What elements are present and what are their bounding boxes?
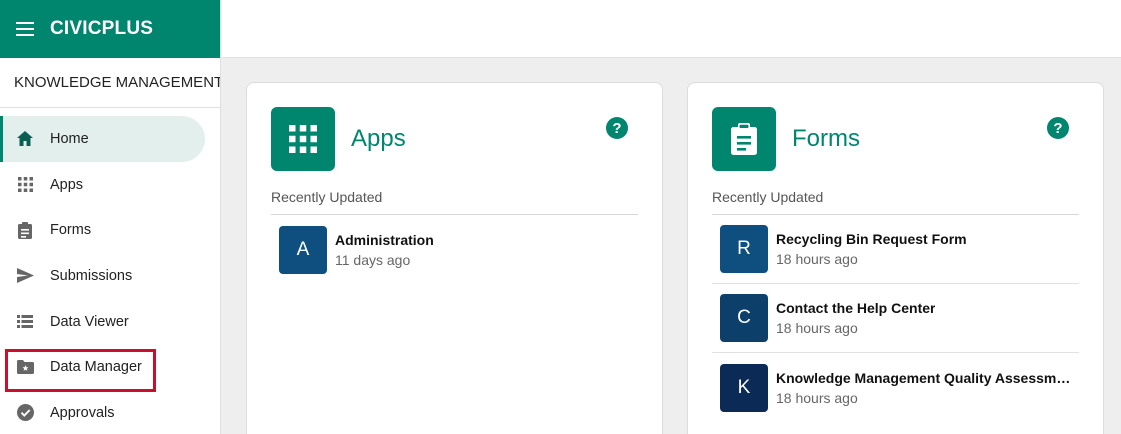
home-icon: [16, 130, 34, 148]
sidebar-item-data-manager[interactable]: Data Manager: [0, 344, 220, 390]
apps-recent-list: A Administration 11 days ago: [271, 215, 638, 284]
sidebar-item-label: Apps: [50, 176, 84, 193]
list-view-icon: [16, 313, 34, 331]
list-item[interactable]: K Knowledge Management Quality Assessmen…: [712, 353, 1079, 422]
item-updated-time: 11 days ago: [335, 251, 411, 268]
avatar: K: [720, 363, 768, 412]
sidebar-item-approvals[interactable]: Approvals: [0, 390, 220, 434]
item-updated-time: 18 hours ago: [776, 389, 858, 406]
brand-bar: CIVICPLUS: [0, 0, 220, 58]
sidebar-item-data-viewer[interactable]: Data Viewer: [0, 299, 220, 345]
clipboard-icon: [16, 221, 34, 239]
folder-star-icon: [16, 358, 34, 376]
recently-updated-label: Recently Updated: [271, 189, 383, 205]
sidebar-nav: Home Apps Forms Submissions Data Viewer …: [0, 108, 220, 434]
sidebar-item-label: Data Viewer: [50, 313, 129, 330]
sidebar-item-label: Home: [50, 130, 89, 147]
hamburger-menu-icon[interactable]: [15, 19, 35, 39]
forms-card-header: Forms: [712, 107, 860, 171]
workspace-label: KNOWLEDGE MANAGEMENT: [14, 74, 220, 91]
list-item[interactable]: A Administration 11 days ago: [271, 215, 638, 284]
send-icon: [16, 267, 34, 285]
clipboard-icon[interactable]: [712, 107, 776, 171]
help-icon[interactable]: ?: [606, 117, 628, 139]
item-title: Knowledge Management Quality Assessment…: [776, 369, 1076, 386]
apps-grid-icon[interactable]: [271, 107, 335, 171]
apps-card-header: Apps: [271, 107, 406, 171]
sidebar-item-label: Submissions: [50, 267, 133, 284]
forms-card-title[interactable]: Forms: [792, 125, 860, 153]
forms-recent-list: R Recycling Bin Request Form 18 hours ag…: [712, 215, 1079, 422]
sidebar-item-submissions[interactable]: Submissions: [0, 253, 220, 299]
item-updated-time: 18 hours ago: [776, 251, 858, 267]
sidebar-item-label: Data Manager: [50, 359, 142, 376]
avatar: C: [720, 294, 768, 342]
item-title: Contact the Help Center: [776, 300, 936, 316]
item-title: Administration: [335, 231, 434, 248]
help-icon[interactable]: ?: [1047, 117, 1069, 139]
brand-name: CIVICPLUS: [50, 18, 154, 39]
sidebar: CIVICPLUS KNOWLEDGE MANAGEMENT › Home Ap…: [0, 0, 221, 434]
apps-card: Apps ? Recently Updated A Administration…: [246, 82, 663, 434]
sidebar-item-apps[interactable]: Apps: [0, 162, 220, 208]
avatar: R: [720, 225, 768, 273]
recently-updated-label: Recently Updated: [712, 189, 824, 205]
workspace-selector[interactable]: KNOWLEDGE MANAGEMENT ›: [0, 58, 220, 108]
list-item[interactable]: R Recycling Bin Request Form 18 hours ag…: [712, 215, 1079, 284]
avatar: A: [279, 225, 327, 274]
sidebar-item-forms[interactable]: Forms: [0, 207, 220, 253]
apps-card-title[interactable]: Apps: [351, 125, 406, 153]
check-circle-icon: [16, 404, 34, 422]
top-bar: [222, 0, 1121, 58]
apps-grid-icon: [16, 176, 34, 194]
list-item[interactable]: C Contact the Help Center 18 hours ago: [712, 284, 1079, 353]
sidebar-item-label: Approvals: [50, 404, 115, 421]
item-title: Recycling Bin Request Form: [776, 231, 967, 247]
item-updated-time: 18 hours ago: [776, 320, 858, 336]
sidebar-item-home[interactable]: Home: [0, 116, 205, 162]
forms-card: Forms ? Recently Updated R Recycling Bin…: [687, 82, 1104, 434]
sidebar-item-label: Forms: [50, 222, 92, 239]
